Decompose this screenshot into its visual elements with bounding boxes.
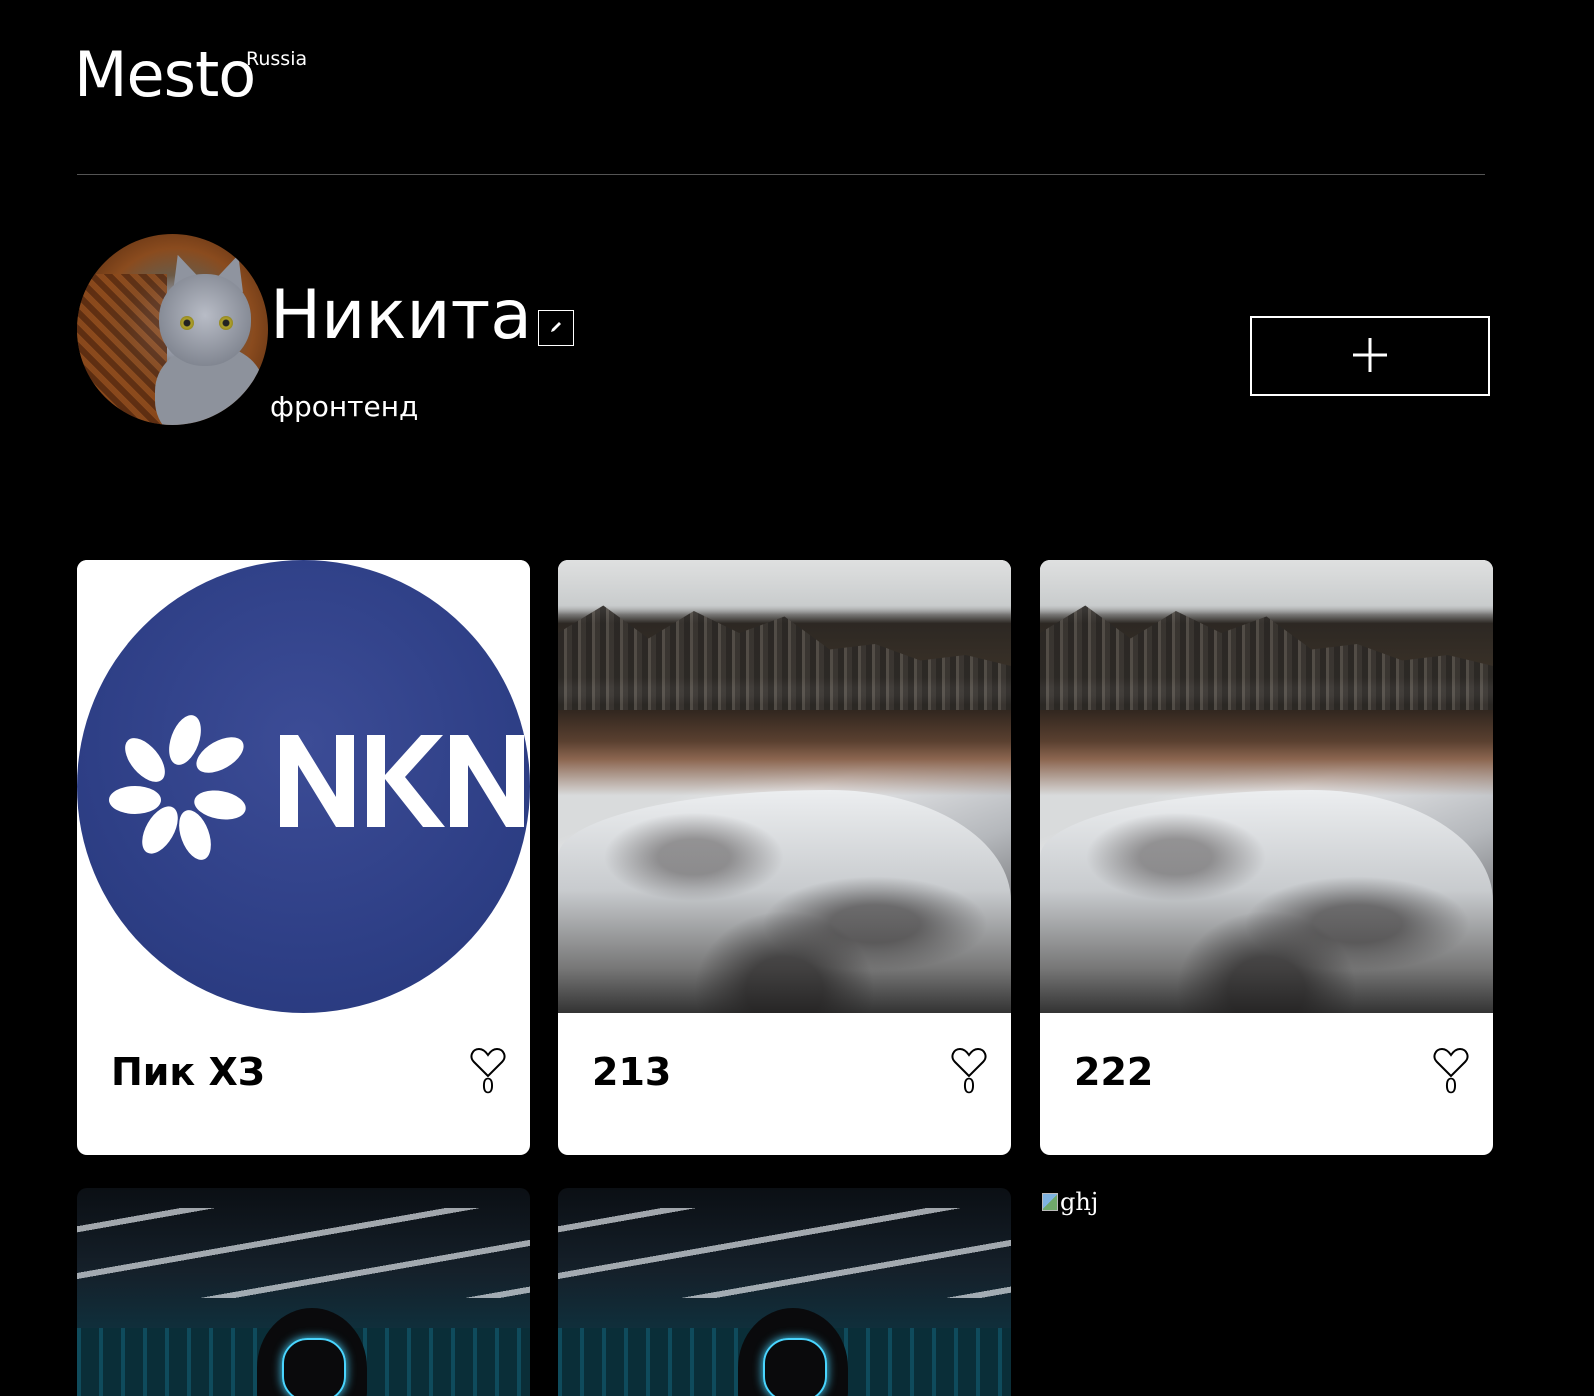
avatar-cat-head [159,274,251,366]
snow-rock [1040,790,1493,1013]
ceiling-lights [77,1208,530,1298]
snow-rock [558,790,1011,1013]
add-card-button[interactable] [1250,316,1490,396]
card-title: 222 [1074,1050,1154,1094]
image-alt-text: ghj [1060,1188,1099,1216]
card: 213 0 [558,560,1011,1155]
profile-name: Никита [270,276,532,355]
like-group: 0 [951,1046,987,1096]
profile-about: фронтенд [270,390,419,423]
broken-image-icon [1042,1193,1058,1211]
card-image[interactable] [1040,560,1493,1013]
card-title: Пик ХЗ [111,1050,265,1094]
card-title: 213 [592,1050,672,1094]
card-image[interactable] [558,560,1011,1013]
broken-image[interactable]: ghj [1042,1188,1098,1216]
card-image[interactable] [558,1188,1011,1396]
site-logo[interactable]: Mesto [74,44,256,106]
card-image[interactable] [77,1188,530,1396]
neon-mask [282,1338,346,1396]
card: 222 0 [1040,560,1493,1155]
card-image[interactable] [77,560,530,1013]
avatar-cat-eye [180,316,194,330]
like-group: 0 [470,1046,506,1096]
ceiling-lights [558,1208,1011,1298]
edit-profile-button[interactable] [538,310,574,346]
card: Пик ХЗ 0 [77,560,530,1155]
header-divider [77,174,1485,175]
page: Mesto Russia Никита фронтенд Пик ХЗ 0 21… [0,0,1594,1396]
avatar-basket [77,274,167,425]
plus-icon [1351,336,1389,377]
neon-mask [763,1338,827,1396]
nkn-logo-mark [109,715,524,860]
like-count: 0 [962,1074,976,1098]
logo-superscript: Russia [246,48,308,70]
avatar-cat-eye [219,316,233,330]
like-group: 0 [1433,1046,1469,1096]
like-count: 0 [1444,1074,1458,1098]
pencil-icon [549,320,563,337]
like-count: 0 [481,1074,495,1098]
avatar[interactable] [77,234,268,425]
